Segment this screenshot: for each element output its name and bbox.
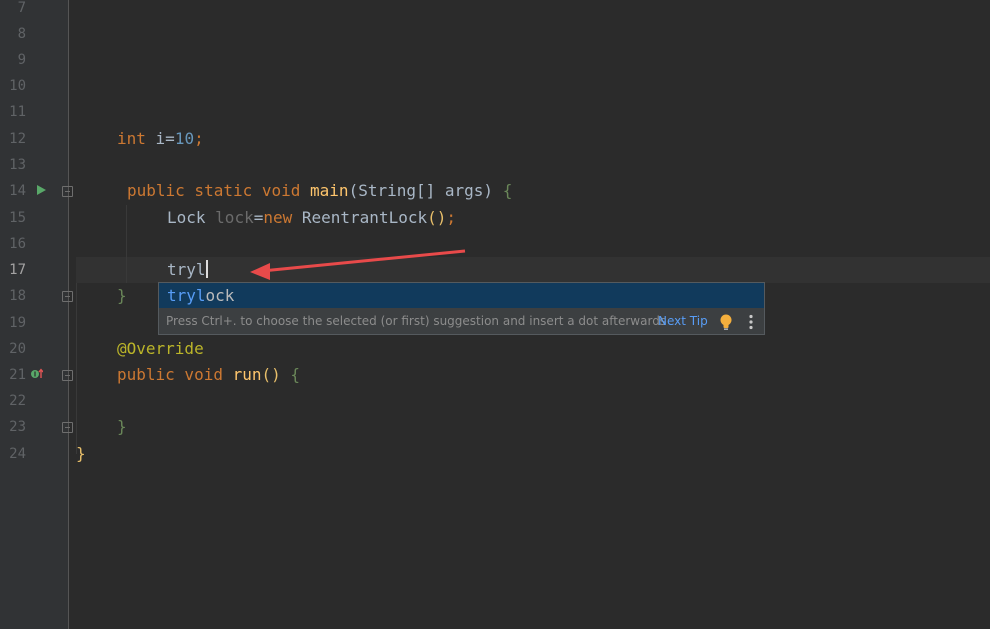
fold-marker-icon[interactable]	[62, 291, 73, 302]
identifier-unused: lock	[215, 208, 254, 227]
line-number: 15	[9, 210, 26, 226]
keywords: public static void	[127, 181, 311, 200]
code-line-17[interactable]: tryl	[167, 257, 208, 283]
keyword: int	[117, 129, 146, 148]
line-number: 16	[9, 236, 26, 252]
code-line-14[interactable]: public static void main(String[] args) {	[127, 178, 512, 204]
line-number: 19	[9, 315, 26, 331]
parens: ()	[427, 208, 447, 227]
semicolon: ;	[446, 208, 457, 227]
run-gutter-icon[interactable]	[37, 185, 46, 195]
line-number: 22	[9, 393, 26, 409]
line-number: 7	[17, 0, 26, 16]
indent-guide	[126, 205, 127, 283]
code-line-12[interactable]: int i=10;	[117, 126, 204, 152]
line-number: 18	[9, 288, 26, 304]
line-number: 12	[9, 131, 26, 147]
line-number: 8	[17, 26, 26, 42]
line-number: 24	[9, 446, 26, 462]
type-name: Lock	[167, 208, 216, 227]
semicolon: ;	[194, 129, 204, 148]
identifier: i	[145, 129, 166, 148]
number-literal: 10	[174, 129, 195, 148]
method-name: main	[310, 181, 349, 200]
code-line-15[interactable]: Lock lock=new ReentrantLock();	[167, 205, 456, 231]
text-caret	[205, 260, 208, 278]
fold-marker-icon[interactable]	[62, 370, 73, 381]
fold-marker-icon[interactable]	[62, 422, 73, 433]
completion-popup: trylock Press Ctrl+. to choose the selec…	[158, 282, 765, 335]
class-name: ReentrantLock	[301, 208, 428, 227]
indent-guide	[76, 283, 77, 454]
completion-footer: Press Ctrl+. to choose the selected (or …	[159, 308, 764, 334]
more-vertical-icon[interactable]	[749, 314, 753, 330]
implements-method-icon[interactable]	[31, 368, 43, 380]
line-number: 10	[9, 78, 26, 94]
lightbulb-icon[interactable]	[719, 314, 733, 330]
brace: {	[502, 181, 513, 200]
line-number: 9	[17, 52, 26, 68]
code-line-20[interactable]: @Override	[117, 336, 204, 362]
keywords: public void	[117, 365, 233, 384]
line-number: 11	[9, 104, 26, 120]
completion-item-trylock[interactable]: trylock	[159, 283, 764, 308]
current-line-highlight	[76, 257, 990, 283]
typed-text: tryl	[167, 260, 206, 279]
line-number: 23	[9, 419, 26, 435]
code-line-23[interactable]: }	[117, 414, 127, 440]
keyword: new	[263, 208, 302, 227]
parameters: (String[] args)	[348, 181, 503, 200]
parens: ()	[261, 365, 291, 384]
line-number: 13	[9, 157, 26, 173]
line-number-current: 17	[9, 262, 26, 278]
completion-hint: Press Ctrl+. to choose the selected (or …	[166, 314, 667, 328]
code-line-18[interactable]: }	[117, 283, 127, 309]
fold-marker-icon[interactable]	[62, 186, 73, 197]
line-number: 14	[9, 183, 26, 199]
line-number: 21	[9, 367, 26, 383]
operator: =	[165, 129, 175, 148]
line-number: 20	[9, 341, 26, 357]
completion-rest: ock	[205, 286, 235, 305]
code-line-24[interactable]: }	[76, 441, 86, 467]
code-line-21[interactable]: public void run() {	[117, 362, 300, 388]
brace: {	[290, 365, 301, 384]
operator: =	[253, 208, 264, 227]
method-name: run	[232, 365, 262, 384]
next-tip-link[interactable]: Next Tip	[658, 308, 708, 334]
completion-match: tryl	[167, 286, 206, 305]
